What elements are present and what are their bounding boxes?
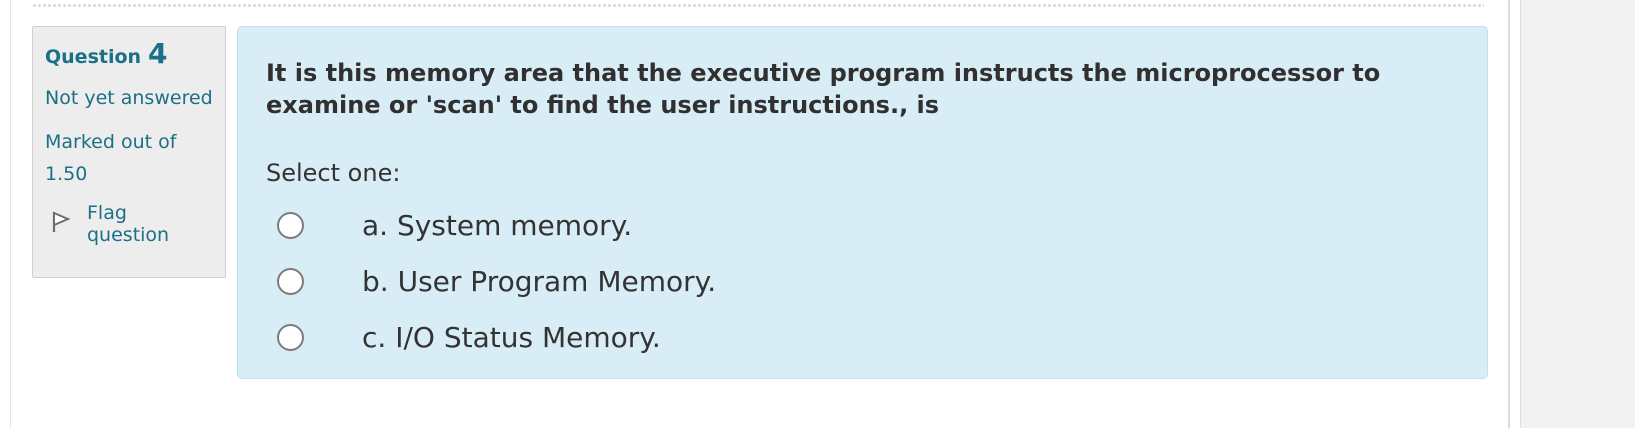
flag-question-button[interactable]: Flag question [45, 202, 213, 246]
radio-button-b[interactable] [277, 267, 304, 295]
question-number: Question 4 [45, 40, 213, 70]
flag-icon [45, 210, 87, 239]
question-separator [32, 3, 1484, 9]
question-text: It is this memory area that the executiv… [266, 59, 1381, 119]
question-number-value: 4 [148, 37, 168, 70]
answer-options: a. System memory. b. User Program Memory… [266, 197, 1459, 365]
question-state: Not yet answered [45, 87, 213, 109]
flag-question-label: Flag question [87, 202, 170, 246]
question-content: It is this memory area that the executiv… [237, 26, 1488, 379]
question-label: Question [45, 46, 142, 68]
main-region-border [1508, 0, 1510, 428]
answer-option-label: b. User Program Memory. [362, 264, 717, 298]
radio-button-c[interactable] [277, 323, 304, 351]
answer-option-b[interactable]: b. User Program Memory. [266, 253, 1459, 309]
answer-option-c[interactable]: c. I/O Status Memory. [266, 309, 1459, 365]
answer-option-a[interactable]: a. System memory. [266, 197, 1459, 253]
question-info-panel: Question 4 Not yet answered Marked out o… [32, 26, 226, 278]
answer-prompt: Select one: [266, 159, 401, 187]
radio-button-a[interactable] [277, 211, 304, 239]
quiz-page: Question 4 Not yet answered Marked out o… [0, 0, 1635, 428]
question-grade: Marked out of 1.50 [45, 131, 177, 185]
answer-option-label: a. System memory. [362, 208, 633, 242]
right-sidebar [1520, 0, 1635, 428]
answer-option-label: c. I/O Status Memory. [362, 320, 661, 354]
